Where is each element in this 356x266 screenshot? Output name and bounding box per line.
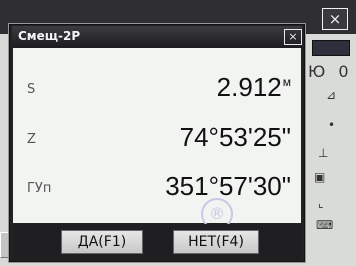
distance-row: S 2.912м [13, 70, 301, 112]
close-icon[interactable]: × [284, 29, 302, 45]
zenith-value: 74°53'25" [179, 122, 291, 152]
dialog-titlebar: Смещ-2Р × [12, 26, 302, 48]
distance-unit: м [282, 75, 291, 90]
dot-icon: • [328, 118, 336, 132]
dialog-title: Смещ-2Р [18, 29, 81, 43]
zenith-row: Z 74°53'25" [13, 120, 301, 162]
distance-number: 2.912 [216, 72, 282, 102]
offset-dialog: Смещ-2Р × S 2.912м Z 74°53'25" ГУп 351°5… [9, 24, 305, 262]
target-icon: ▣ [314, 170, 326, 184]
page-icon: ⌞ [318, 196, 324, 210]
no-button[interactable]: НЕТ(F4) [173, 230, 259, 254]
horizontal-angle-row: ГУп 351°57'30" [13, 169, 301, 211]
level-icon: ⊥ [318, 146, 329, 160]
zenith-label: Z [27, 132, 36, 147]
tilt-icon: ⊿ [326, 88, 337, 102]
distance-value: 2.912м [217, 72, 291, 103]
horizontal-angle-label: ГУп [27, 181, 52, 196]
keyboard-icon: ⌨ [316, 218, 334, 232]
dialog-body: S 2.912м Z 74°53'25" ГУп 351°57'30" ® [13, 48, 301, 230]
yes-button[interactable]: ДА(F1) [61, 230, 143, 254]
battery-icon [312, 40, 350, 56]
background-close-button[interactable]: × [322, 8, 348, 30]
background-side-text: Ю 0 [308, 62, 353, 81]
dialog-button-bar: ДА(F1) НЕТ(F4) [13, 224, 301, 260]
horizontal-angle-value: 351°57'30" [165, 171, 291, 201]
distance-label: S [27, 82, 36, 97]
